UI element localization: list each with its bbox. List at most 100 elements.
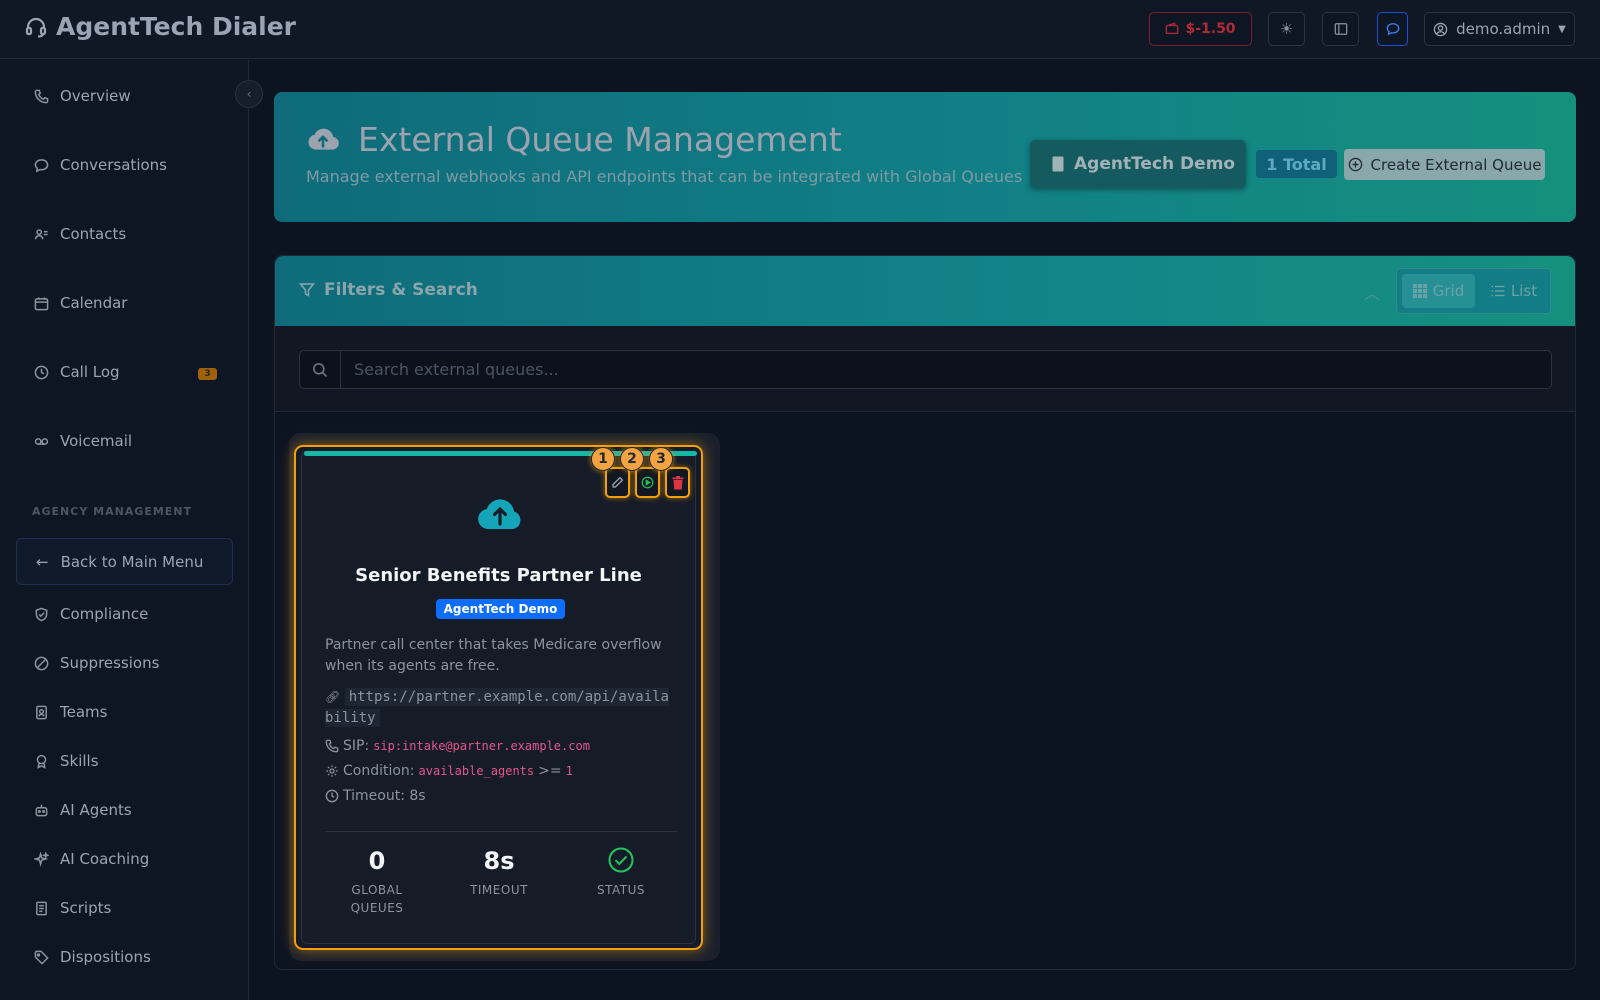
condition-row: Condition: available_agents >= 1 — [325, 763, 573, 779]
create-label: Create External Queue — [1370, 155, 1542, 174]
action-marker-2: 2 — [620, 447, 644, 471]
back-label: Back to Main Menu — [60, 552, 204, 571]
sidebar-item-label: Scripts — [60, 899, 112, 917]
sidebar-item-scripts[interactable]: Scripts — [34, 899, 111, 917]
list-icon — [1491, 285, 1505, 297]
sidebar-item-label: Compliance — [60, 605, 149, 623]
arrow-left-icon: ← — [36, 552, 49, 571]
agency-selector-button[interactable]: AgentTech Demo — [1030, 140, 1246, 188]
test-queue-button[interactable] — [635, 467, 660, 498]
sidebar-item-ai-agents[interactable]: AI Agents — [34, 801, 132, 819]
sidebar-item-skills[interactable]: Skills — [34, 752, 99, 770]
sidebar-collapse-button[interactable]: ‹ — [235, 80, 263, 108]
sidebar-item-contacts[interactable]: Contacts — [34, 225, 126, 243]
filters-title-text: Filters & Search — [324, 280, 478, 300]
calendar-icon — [34, 296, 49, 310]
stat-status: STATUS — [571, 847, 671, 899]
filter-icon — [299, 283, 315, 297]
sidebar-item-label: Conversations — [60, 156, 167, 174]
plus-circle-icon — [1348, 157, 1362, 172]
sip-label: SIP: — [343, 738, 370, 754]
back-to-main-menu-button[interactable]: ← Back to Main Menu — [16, 538, 233, 585]
sidebar-item-overview[interactable]: Overview — [34, 87, 131, 105]
clock-icon — [325, 789, 339, 803]
ban-icon — [34, 656, 49, 670]
sidebar-item-label: Teams — [60, 703, 108, 721]
stat-timeout: 8s TIMEOUT — [449, 847, 549, 899]
sidebar-item-ai-coaching[interactable]: AI Coaching — [34, 850, 149, 868]
sidebar-item-calendar[interactable]: Calendar — [34, 294, 127, 312]
sidebar-item-voicemail[interactable]: Voicemail — [34, 432, 132, 450]
sun-icon: ☀ — [1279, 20, 1294, 38]
grid-view-button[interactable]: Grid — [1402, 274, 1475, 308]
sidebar-item-teams[interactable]: Teams — [34, 703, 107, 721]
phone-icon — [325, 739, 339, 753]
chat-button[interactable] — [1377, 12, 1408, 46]
brand-title: AgentTech Dialer — [56, 12, 297, 41]
robot-icon — [35, 804, 48, 816]
grid-icon — [1412, 284, 1427, 298]
sidebar-item-label: Overview — [60, 87, 131, 105]
external-queue-card[interactable]: 1 2 3 Senior Benefits Partner Line Agent… — [294, 445, 703, 950]
chevron-left-icon: ‹ — [246, 87, 252, 101]
agency-management-heading: AGENCY MANAGEMENT — [32, 505, 193, 518]
filters-title: Filters & Search — [299, 280, 478, 300]
sidebar-item-call-log[interactable]: Call Log — [34, 363, 120, 381]
grid-label: Grid — [1432, 282, 1465, 300]
condition-label: Condition: — [343, 763, 415, 779]
sidebar-item-compliance[interactable]: Compliance — [34, 605, 148, 623]
document-icon — [36, 901, 47, 915]
pencil-icon — [612, 476, 624, 488]
endpoint-url: https://partner.example.com/api/availabi… — [325, 688, 669, 727]
queue-name: Senior Benefits Partner Line — [355, 565, 642, 586]
endpoint-url-row: 🔗︎ https://partner.example.com/api/avail… — [325, 687, 675, 729]
sidebar-item-label: Voicemail — [60, 432, 133, 450]
theme-toggle-button[interactable]: ☀ — [1268, 12, 1305, 46]
brand[interactable]: AgentTech Dialer — [24, 12, 296, 41]
play-circle-icon — [641, 476, 654, 489]
user-menu-button[interactable]: demo.admin ▼ — [1424, 12, 1575, 46]
sidebar-toggle-button[interactable] — [1322, 12, 1359, 46]
stat-value: 8s — [483, 847, 515, 875]
top-navbar: AgentTech Dialer $-1.50 ☀ demo.admin ▼ — [0, 0, 1600, 59]
sidebar-item-label: Dispositions — [60, 948, 151, 966]
chevron-up-icon[interactable]: ︿ — [1364, 280, 1380, 304]
search-icon — [313, 362, 328, 377]
balance-amount: $-1.50 — [1185, 21, 1236, 37]
layout-sidebar-icon — [1334, 23, 1347, 35]
voicemail-icon — [34, 437, 49, 445]
sidebar-item-suppressions[interactable]: Suppressions — [34, 654, 159, 672]
list-view-button[interactable]: List — [1481, 274, 1547, 308]
sidebar-item-conversations[interactable]: Conversations — [34, 156, 167, 174]
stat-global-queues: 0 GLOBAL QUEUES — [327, 847, 427, 917]
search-addon — [300, 351, 341, 388]
sidebar-item-label: Calendar — [60, 294, 128, 312]
gear-icon — [326, 765, 338, 777]
contacts-icon — [34, 228, 48, 239]
sidebar-item-label: Skills — [60, 752, 99, 770]
sidebar-item-label: AI Agents — [60, 801, 132, 819]
sidebar-item-dispositions[interactable]: Dispositions — [34, 948, 151, 966]
agency-name: AgentTech Demo — [1074, 154, 1236, 174]
sip-address: sip:intake@partner.example.com — [373, 739, 590, 753]
timeout-text: Timeout: 8s — [343, 788, 426, 804]
edit-queue-button[interactable] — [605, 467, 630, 498]
delete-queue-button[interactable] — [665, 467, 690, 498]
sip-row: SIP: sip:intake@partner.example.com — [325, 738, 590, 754]
create-external-queue-button[interactable]: Create External Queue — [1344, 149, 1545, 180]
timeout-row: Timeout: 8s — [325, 788, 426, 804]
tag-icon — [34, 950, 49, 965]
cloud-upload-icon — [308, 128, 339, 150]
condition-value: 1 — [565, 764, 573, 778]
check-circle-icon — [608, 847, 634, 873]
stat-value — [571, 847, 671, 875]
stat-value: 0 — [368, 847, 386, 875]
queue-description: Partner call center that takes Medicare … — [325, 637, 662, 674]
balance-button[interactable]: $-1.50 — [1149, 12, 1252, 46]
filters-header[interactable]: Filters & Search ︿ Grid List — [275, 256, 1575, 326]
search-input[interactable] — [342, 351, 1542, 388]
caret-down-icon: ▼ — [1558, 23, 1566, 35]
action-marker-3: 3 — [649, 447, 673, 471]
cloud-upload-icon — [478, 499, 521, 529]
link-icon: 🔗︎ — [325, 690, 341, 704]
